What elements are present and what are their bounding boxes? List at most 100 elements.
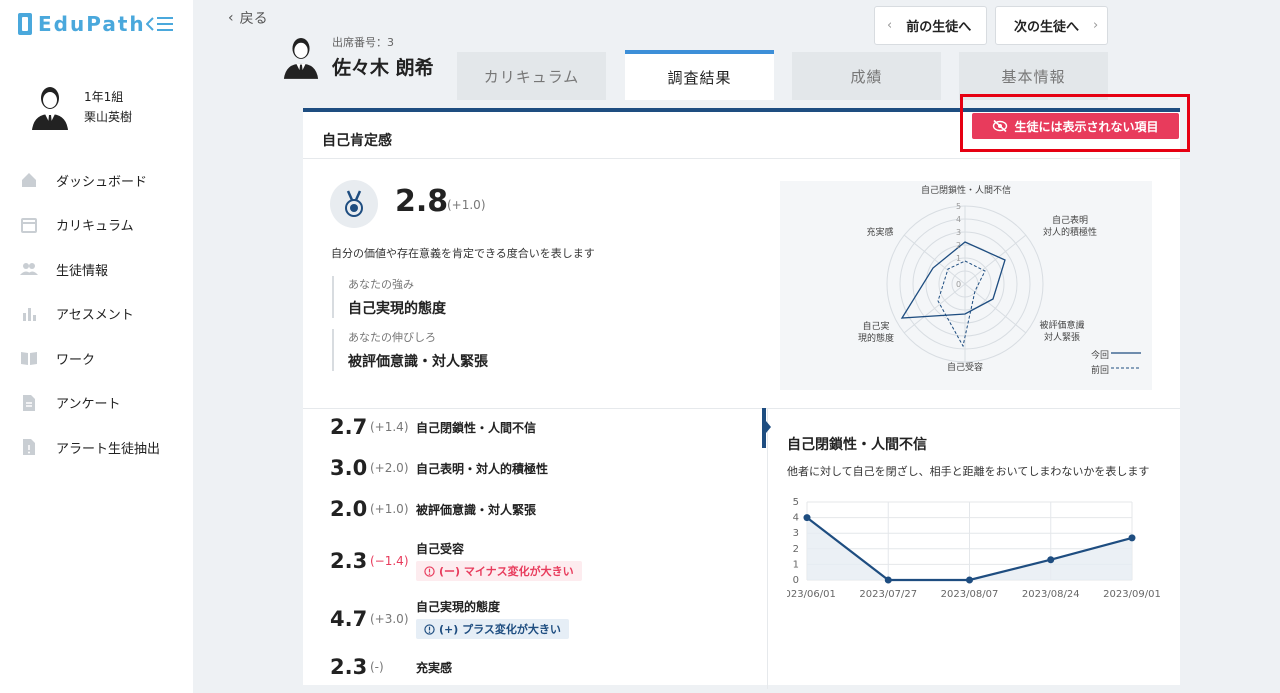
chevron-left-icon: ‹ xyxy=(887,18,893,33)
y-tick-label: 5 xyxy=(793,497,799,508)
radar-tick-5: 5 xyxy=(956,202,961,211)
student-number: 出席番号：3 xyxy=(332,36,394,49)
sidebar-nav: ダッシュボード カリキュラム 生徒情報 アセスメント ワーク アンケート アラー… xyxy=(0,158,193,470)
medal-icon xyxy=(330,180,378,228)
row-name: 被評価意識・対人緊張 xyxy=(416,502,537,517)
score-row-self-actualization[interactable]: 4.7 (+3.0) 自己実現的態度 (+) プラス変化が大きい xyxy=(330,598,569,639)
prev-student-button[interactable]: ‹ 前の生徒へ xyxy=(874,6,987,45)
sidebar-item-label: カリキュラム xyxy=(56,219,134,235)
y-tick-label: 1 xyxy=(793,559,799,570)
radar-label-top: 自己閉鎖性・人間不信 xyxy=(920,186,1011,196)
sidebar-item-label: アンケート xyxy=(56,397,121,413)
calendar-icon xyxy=(21,217,37,233)
radar-label-lower-left-2: 現的態度 xyxy=(857,334,894,344)
score-row-self-expression[interactable]: 3.0 (+2.0) 自己表明・対人的積極性 xyxy=(330,456,548,480)
data-point[interactable] xyxy=(1047,556,1055,564)
row-score: 2.3 xyxy=(330,548,368,573)
row-diff: (-) xyxy=(370,660,384,674)
row-diff: (+1.4) xyxy=(370,420,409,434)
y-tick-label: 4 xyxy=(793,513,799,524)
sidebar-item-label: アセスメント xyxy=(56,308,134,324)
tab-curriculum[interactable]: カリキュラム xyxy=(457,52,606,100)
row-diff: (−1.4) xyxy=(370,553,409,568)
sidebar-item-students[interactable]: 生徒情報 xyxy=(0,247,193,292)
sidebar-item-survey[interactable]: アンケート xyxy=(0,381,193,426)
score-row-self-closedness[interactable]: 2.7 (+1.4) 自己閉鎖性・人間不信 xyxy=(330,415,536,439)
growth-block: あなたの伸びしろ 被評価意識・対人緊張 xyxy=(332,329,488,371)
self-esteem-card: 自己肯定感 生徒には表示されない項目 2.8 (+1.0) 自分の価値や存在意義… xyxy=(303,108,1180,689)
radar-chart: 5 4 3 2 1 0 自己閉鎖性・人間不信 自己表明 対人的積極性 被評価意識… xyxy=(780,181,1152,390)
score-row-self-acceptance[interactable]: 2.3 (−1.4) 自己受容 (ー) マイナス変化が大きい xyxy=(330,540,582,581)
overall-score: 2.8 xyxy=(395,184,449,219)
radar-label-lower-right-1: 被評価意識 xyxy=(1039,321,1085,331)
alert-circle-icon xyxy=(424,565,435,577)
sidebar-item-work[interactable]: ワーク xyxy=(0,336,193,381)
collapse-menu-icon[interactable] xyxy=(146,16,174,32)
student-avatar xyxy=(283,38,319,79)
strength-block: あなたの強み 自己実現的態度 xyxy=(332,276,446,318)
document-alert-icon xyxy=(23,439,35,456)
warning-text: (+) プラス変化が大きい xyxy=(439,623,561,636)
radar-tick-0: 0 xyxy=(956,280,961,289)
app-logo[interactable]: EduPath xyxy=(18,12,146,36)
row-score: 2.0 xyxy=(330,497,368,521)
row-diff: (+1.0) xyxy=(370,502,409,516)
chevron-right-icon: › xyxy=(1093,18,1099,33)
next-student-button[interactable]: 次の生徒へ › xyxy=(995,6,1108,45)
home-icon xyxy=(22,173,36,188)
x-tick-label: 2023/08/07 xyxy=(941,589,999,600)
chevron-left-icon: ‹ xyxy=(228,10,234,26)
active-item-marker xyxy=(762,408,771,448)
row-diff: (+2.0) xyxy=(370,461,409,475)
radar-tick-4: 4 xyxy=(956,215,961,224)
y-tick-label: 2 xyxy=(793,544,799,555)
radar-label-upper-right-2: 対人的積極性 xyxy=(1042,228,1097,238)
avatar xyxy=(32,87,68,130)
tab-survey-results[interactable]: 調査結果 xyxy=(625,50,774,100)
highlight-frame xyxy=(960,94,1190,152)
radar-label-bottom: 自己受容 xyxy=(946,363,983,373)
radar-current-series xyxy=(900,241,1006,319)
data-point[interactable] xyxy=(1128,534,1136,542)
data-point[interactable] xyxy=(803,514,811,522)
y-tick-label: 0 xyxy=(793,575,799,586)
strength-label: あなたの強み xyxy=(348,278,414,291)
users-icon xyxy=(20,263,38,276)
sidebar-item-alert-students[interactable]: アラート生徒抽出 xyxy=(0,425,193,470)
x-tick-label: 2023/07/27 xyxy=(859,589,917,600)
divider xyxy=(303,408,1180,409)
sidebar-item-curriculum[interactable]: カリキュラム xyxy=(0,203,193,248)
strength-value: 自己実現的態度 xyxy=(348,301,446,317)
data-point[interactable] xyxy=(884,576,892,584)
score-row-evaluation-anxiety[interactable]: 2.0 (+1.0) 被評価意識・対人緊張 xyxy=(330,497,536,521)
score-row-fulfillment[interactable]: 2.3 (-) 充実感 xyxy=(330,655,452,679)
minus-change-warning: (ー) マイナス変化が大きい xyxy=(416,561,582,581)
sidebar-item-dashboard[interactable]: ダッシュボード xyxy=(0,158,193,203)
back-label: 戻る xyxy=(239,11,268,27)
current-user: 1年1組 栗山英樹 xyxy=(30,84,132,130)
student-name: 佐々木 朗希 xyxy=(332,57,434,79)
user-class: 1年1組 xyxy=(84,90,124,104)
row-score: 4.7 xyxy=(330,606,368,631)
sidebar-item-assessment[interactable]: アセスメント xyxy=(0,292,193,337)
radar-grid xyxy=(886,205,1044,363)
legend-previous: 前回 xyxy=(1091,366,1110,376)
warning-text: (ー) マイナス変化が大きい xyxy=(439,565,574,578)
radar-label-upper-left: 充実感 xyxy=(866,228,894,238)
user-name: 栗山英樹 xyxy=(84,110,133,124)
tab-grades[interactable]: 成績 xyxy=(792,52,941,100)
sidebar-item-label: 生徒情報 xyxy=(56,263,109,279)
radar-tick-1: 1 xyxy=(956,254,961,263)
section-title: 自己肯定感 xyxy=(322,133,392,149)
back-link[interactable]: ‹ 戻る xyxy=(228,8,268,28)
radar-label-lower-right-2: 対人緊張 xyxy=(1043,333,1080,343)
sidebar-item-label: ダッシュボード xyxy=(56,174,148,190)
growth-label: あなたの伸びしろ xyxy=(348,331,436,344)
data-point[interactable] xyxy=(966,576,973,584)
tab-basic-info[interactable]: 基本情報 xyxy=(959,52,1108,100)
divider xyxy=(767,408,768,689)
radar-label-lower-left-1: 自己実 xyxy=(862,322,890,332)
row-name: 自己閉鎖性・人間不信 xyxy=(416,420,537,435)
book-icon xyxy=(21,352,37,366)
section-description: 自分の価値や存在意義を肯定できる度合いを表します xyxy=(331,247,595,260)
